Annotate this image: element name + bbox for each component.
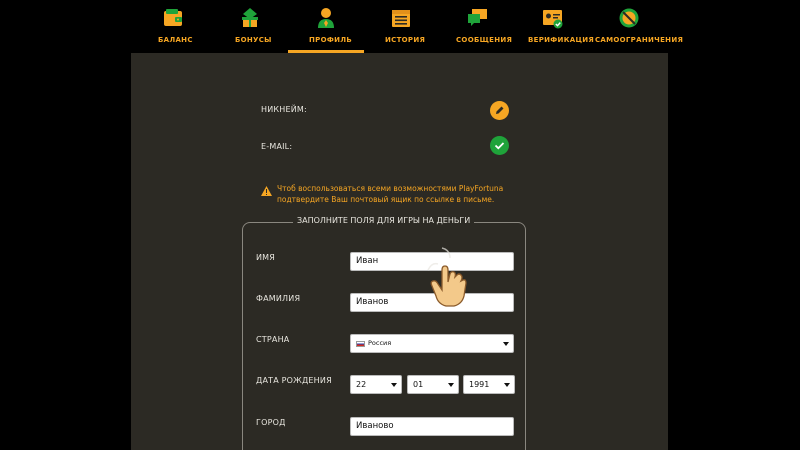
nav-item-profile[interactable]: ПРОФИЛЬ	[288, 0, 364, 53]
email-label: E-MAIL:	[261, 142, 293, 151]
warning-line-2: подтвердите Ваш почтовый ящик по ссылке …	[277, 195, 495, 204]
top-navigation: БАЛАНС БОНУСЫ ПРОФИЛЬ ИСТОРИЯ СООБЩЕНИЯ …	[0, 0, 800, 53]
edit-nickname-button[interactable]	[490, 101, 509, 120]
birth-year-value: 1991	[469, 380, 490, 389]
city-label: ГОРОД	[256, 418, 286, 427]
country-select-value: Россия	[368, 339, 392, 347]
country-label: СТРАНА	[256, 335, 290, 344]
warning-icon	[261, 186, 272, 196]
birth-month-select[interactable]: 01	[407, 375, 459, 394]
profile-icon	[318, 8, 334, 28]
history-icon	[392, 10, 410, 27]
chevron-down-icon	[504, 383, 510, 387]
country-select[interactable]: Россия	[350, 334, 514, 353]
last-name-label: ФАМИЛИЯ	[256, 294, 301, 303]
first-name-label: ИМЯ	[256, 253, 276, 262]
tap-hand-icon	[427, 247, 467, 307]
form-legend: ЗАПОЛНИТЕ ПОЛЯ ДЛЯ ИГРЫ НА ДЕНЬГИ	[293, 216, 475, 225]
nav-item-messages[interactable]: СООБЩЕНИЯ	[448, 0, 512, 53]
nav-label-history: ИСТОРИЯ	[385, 36, 426, 44]
city-input[interactable]: Иваново	[350, 417, 514, 436]
email-verified-badge	[490, 136, 509, 155]
birth-date-label: ДАТА РОЖДЕНИЯ	[256, 376, 332, 385]
check-icon	[494, 142, 505, 150]
birth-year-select[interactable]: 1991	[463, 375, 515, 394]
birth-day-select[interactable]: 22	[350, 375, 402, 394]
nav-label-messages: СООБЩЕНИЯ	[456, 36, 513, 44]
nav-item-bonuses[interactable]: БОНУСЫ	[215, 0, 285, 53]
nav-label-self-exclusion: САМООГРАНИЧЕНИЯ	[595, 36, 684, 44]
nickname-label: НИКНЕЙМ:	[261, 105, 307, 114]
nav-label-profile: ПРОФИЛЬ	[309, 36, 352, 44]
pencil-icon	[496, 106, 504, 114]
chevron-down-icon	[503, 342, 509, 346]
warning-line-1: Чтоб воспользоваться всеми возможностями…	[277, 184, 504, 193]
gift-icon	[242, 8, 258, 27]
nav-label-bonuses: БОНУСЫ	[235, 36, 272, 44]
nav-item-balance[interactable]: БАЛАНС	[145, 0, 201, 53]
nav-label-balance: БАЛАНС	[158, 36, 193, 44]
messages-icon	[468, 9, 487, 26]
verification-icon	[543, 10, 563, 29]
warning-text: Чтоб воспользоваться всеми возможностями…	[277, 183, 537, 205]
nav-item-self-exclusion[interactable]: САМООГРАНИЧЕНИЯ	[592, 0, 683, 53]
birth-month-value: 01	[413, 380, 424, 389]
nav-item-history[interactable]: ИСТОРИЯ	[370, 0, 432, 53]
chevron-down-icon	[448, 383, 454, 387]
nav-item-verification[interactable]: ВЕРИФИКАЦИЯ	[522, 0, 594, 53]
russia-flag-icon	[356, 340, 365, 347]
birth-day-value: 22	[356, 380, 367, 389]
self-exclusion-icon	[619, 8, 639, 28]
nav-label-verification: ВЕРИФИКАЦИЯ	[528, 36, 595, 44]
wallet-icon	[164, 9, 182, 26]
chevron-down-icon	[391, 383, 397, 387]
